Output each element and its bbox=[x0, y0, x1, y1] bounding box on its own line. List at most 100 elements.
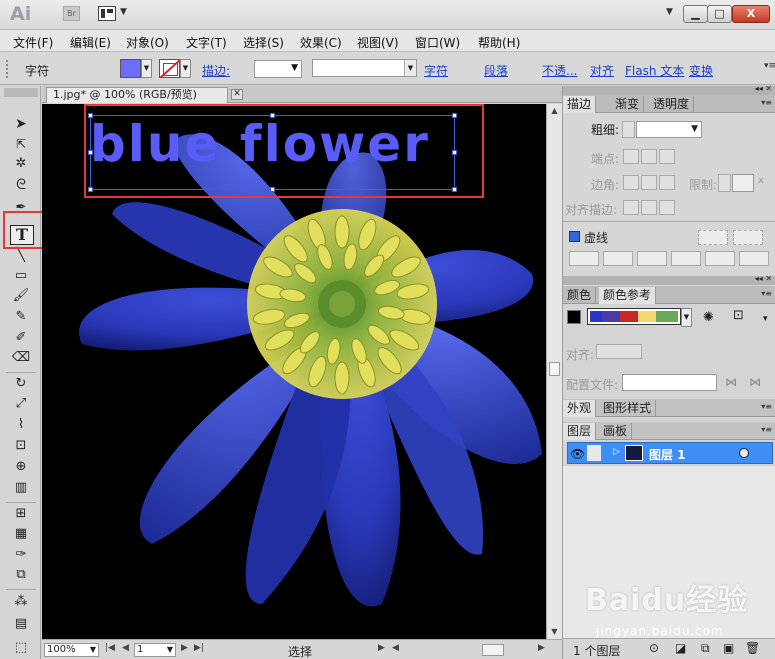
panel-header[interactable] bbox=[4, 88, 38, 97]
panel-menu-icon[interactable]: ▾≡ bbox=[761, 98, 772, 107]
stroke-weight-select[interactable]: ▼ bbox=[254, 60, 302, 78]
blend-tool-icon[interactable]: ⧉ bbox=[8, 565, 34, 585]
tab-gradient[interactable]: 渐变 bbox=[611, 96, 645, 113]
artboard-number-select[interactable]: 1 ▼ bbox=[134, 643, 176, 657]
artboard-tool-icon[interactable]: ⬚ bbox=[8, 638, 34, 658]
base-color-swatch[interactable] bbox=[567, 310, 581, 324]
menu-object[interactable]: 对象(O) bbox=[126, 34, 169, 51]
free-transform-tool-icon[interactable]: ⊡ bbox=[8, 436, 34, 456]
tab-color[interactable]: 颜色 bbox=[563, 287, 597, 304]
scroll-down-icon[interactable]: ▼ bbox=[547, 625, 562, 639]
maximize-button[interactable]: □ bbox=[707, 5, 732, 23]
paintbrush-tool-icon[interactable]: 🖌 bbox=[8, 286, 34, 306]
menu-effect[interactable]: 效果(C) bbox=[300, 34, 342, 51]
flash-text-link[interactable]: Flash 文本 bbox=[625, 62, 684, 79]
tab-transparency[interactable]: 透明度 bbox=[649, 96, 695, 113]
direct-selection-tool-icon[interactable]: ⇱ bbox=[8, 134, 34, 154]
hscroll-thumb[interactable] bbox=[482, 644, 504, 656]
locate-object-icon[interactable]: ⊙ bbox=[649, 641, 659, 655]
align-buttons[interactable] bbox=[596, 344, 642, 359]
expand-icon[interactable]: ▾ bbox=[763, 314, 768, 324]
tab-color-guide[interactable]: 颜色参考 bbox=[599, 287, 657, 304]
document-tab[interactable]: 1.jpg* @ 100% (RGB/预览) bbox=[46, 87, 228, 103]
gap-field[interactable] bbox=[671, 251, 701, 266]
harmony-color[interactable] bbox=[656, 311, 678, 322]
projecting-cap-icon[interactable] bbox=[659, 149, 675, 164]
harmony-color[interactable] bbox=[638, 311, 656, 322]
layout-grid-icon[interactable] bbox=[98, 6, 116, 21]
panel-menu-icon[interactable]: ▾≡ bbox=[761, 402, 772, 411]
zoom-select[interactable]: 100% ▼ bbox=[44, 643, 99, 657]
blob-brush-tool-icon[interactable]: ✐ bbox=[8, 328, 34, 348]
bevel-join-icon[interactable] bbox=[659, 175, 675, 190]
menu-edit[interactable]: 编辑(E) bbox=[70, 34, 111, 51]
collapse-icon[interactable]: ◂◂ ✕ bbox=[755, 274, 772, 283]
eraser-tool-icon[interactable]: ⌫ bbox=[8, 348, 34, 368]
dash-field[interactable] bbox=[637, 251, 667, 266]
previous-artboard-icon[interactable]: ◀ bbox=[122, 643, 129, 653]
tab-artboards[interactable]: 画板 bbox=[599, 423, 633, 440]
vertical-scrollbar[interactable]: ▲ ▼ bbox=[546, 104, 562, 639]
save-color-group-icon[interactable]: ⊡ bbox=[733, 308, 744, 323]
opacity-field[interactable]: ▼ bbox=[312, 59, 417, 77]
distribute-icon[interactable]: ⋈ bbox=[725, 375, 737, 389]
harmony-colors[interactable] bbox=[587, 308, 681, 325]
harmony-color[interactable] bbox=[602, 311, 620, 322]
harmony-color[interactable] bbox=[620, 311, 638, 322]
tab-stroke[interactable]: 描边 bbox=[563, 96, 597, 113]
menu-select[interactable]: 选择(S) bbox=[243, 34, 284, 51]
round-join-icon[interactable] bbox=[641, 175, 657, 190]
limit-field[interactable] bbox=[732, 174, 754, 192]
weight-stepper[interactable] bbox=[622, 121, 635, 138]
menu-file[interactable]: 文件(F) bbox=[13, 34, 53, 51]
align-link[interactable]: 对齐 bbox=[590, 62, 614, 79]
pencil-tool-icon[interactable]: ✎ bbox=[8, 307, 34, 327]
align-outside-icon[interactable] bbox=[659, 200, 675, 215]
harmony-color[interactable] bbox=[590, 311, 602, 322]
transform-link[interactable]: 变换 bbox=[689, 62, 713, 79]
first-artboard-icon[interactable]: |◀ bbox=[105, 643, 115, 653]
graph-tool-icon[interactable]: ▥ bbox=[8, 478, 34, 498]
mesh-tool-icon[interactable]: ⊞ bbox=[8, 504, 34, 524]
layer-name[interactable]: 图层 1 bbox=[649, 446, 686, 463]
workspace-dropdown-icon[interactable]: ▼ bbox=[666, 7, 673, 17]
character-link[interactable]: 字符 bbox=[424, 62, 448, 79]
lock-toggle[interactable] bbox=[587, 445, 601, 461]
fill-color-swatch[interactable] bbox=[120, 59, 141, 78]
scale-tool-icon[interactable]: ⤢ bbox=[8, 394, 34, 414]
panel-dock-header[interactable]: ◂◂ ✕ bbox=[563, 274, 775, 285]
make-clipping-mask-icon[interactable]: ◪ bbox=[675, 641, 686, 655]
visibility-eye-icon[interactable]: 👁 bbox=[570, 447, 585, 461]
tab-appearance[interactable]: 外观 bbox=[563, 400, 597, 417]
paragraph-link[interactable]: 段落 bbox=[484, 62, 508, 79]
distribute-spacing-icon[interactable]: ⋈ bbox=[749, 375, 761, 389]
warp-tool-icon[interactable]: ⌇ bbox=[8, 415, 34, 435]
new-layer-icon[interactable]: ▣ bbox=[723, 641, 734, 655]
column-graph-tool-icon[interactable]: ▤ bbox=[8, 614, 34, 634]
selection-tool-icon[interactable]: ➤ bbox=[8, 114, 34, 134]
dash-field[interactable] bbox=[569, 251, 599, 266]
last-artboard-icon[interactable]: ▶| bbox=[194, 643, 204, 653]
stroke-dropdown-icon[interactable]: ▼ bbox=[180, 59, 191, 78]
minimize-button[interactable]: ▁ bbox=[683, 5, 708, 23]
align-center-icon[interactable] bbox=[623, 200, 639, 215]
rectangle-tool-icon[interactable]: ▭ bbox=[8, 266, 34, 286]
collapse-icon[interactable]: ◂◂ ✕ bbox=[755, 84, 772, 93]
target-circle-icon[interactable] bbox=[739, 448, 749, 458]
expand-triangle-icon[interactable]: ▷ bbox=[613, 447, 620, 457]
menu-type[interactable]: 文字(T) bbox=[186, 34, 227, 51]
layer-row[interactable]: 👁 ▷ 图层 1 bbox=[567, 442, 773, 464]
tab-layers[interactable]: 图层 bbox=[563, 423, 597, 440]
profile-select[interactable] bbox=[622, 374, 717, 391]
bridge-button[interactable]: Br bbox=[63, 6, 80, 21]
stroke-none-swatch[interactable] bbox=[159, 59, 180, 78]
shape-builder-tool-icon[interactable]: ⊕ bbox=[8, 457, 34, 477]
hscroll-left-icon[interactable]: ◀ bbox=[392, 643, 399, 653]
dash-field[interactable] bbox=[705, 251, 735, 266]
gradient-tool-icon[interactable]: ▦ bbox=[8, 524, 34, 544]
layout-dropdown-icon[interactable]: ▼ bbox=[120, 7, 127, 17]
dashed-line-checkbox[interactable] bbox=[569, 231, 580, 242]
close-button[interactable]: X bbox=[732, 5, 770, 23]
gap-field[interactable] bbox=[603, 251, 633, 266]
miter-join-icon[interactable] bbox=[623, 175, 639, 190]
